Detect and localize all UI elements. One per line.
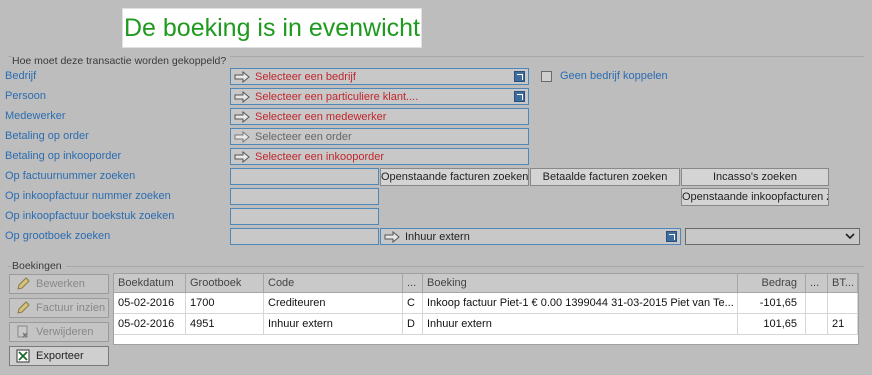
table-row-cell[interactable]: Crediteuren <box>264 293 403 314</box>
purchase-invoice-number-input[interactable] <box>230 188 379 205</box>
table-row-cell[interactable]: 101,65 <box>738 314 806 335</box>
label-person: Persoon <box>5 90 46 102</box>
table-row-cell[interactable] <box>806 293 828 314</box>
table-row-cell[interactable]: Inkoop factuur Piet-1 € 0.00 1399044 31-… <box>423 293 738 314</box>
view-invoice-button-label: Factuur inzien <box>36 302 106 314</box>
delete-button-label: Verwijderen <box>36 326 94 338</box>
table-row-cell[interactable]: C <box>403 293 423 314</box>
no-company-checkbox[interactable] <box>541 71 552 82</box>
person-select[interactable]: Selecteer een particuliere klant.... <box>230 88 529 105</box>
open-popup-icon[interactable] <box>514 71 525 82</box>
ledger-search-input[interactable] <box>230 228 379 245</box>
bookings-section-title: Boekingen <box>12 260 66 272</box>
paid-invoices-search-button[interactable]: Betaalde facturen zoeken <box>530 168 680 186</box>
ledger-select-value: Inhuur extern <box>405 230 470 243</box>
edit-button-label: Bewerken <box>36 278 85 290</box>
arrow-right-icon <box>234 150 250 163</box>
col-header-side[interactable]: ... <box>403 274 423 293</box>
col-header-booking[interactable]: Boeking <box>423 274 738 293</box>
arrow-right-icon <box>234 130 250 143</box>
bookings-section-divider <box>8 266 864 267</box>
link-section-title: Hoe moet deze transactie worden gekoppel… <box>12 55 231 67</box>
company-select[interactable]: Selecteer een bedrijf <box>230 68 529 85</box>
employee-select[interactable]: Selecteer een medewerker <box>230 108 529 125</box>
company-select-value: Selecteer een bedrijf <box>255 70 356 83</box>
export-button[interactable]: Exporteer <box>9 346 109 366</box>
pencil-icon <box>16 277 30 291</box>
delete-icon <box>16 325 30 339</box>
table-row-cell[interactable]: Inhuur extern <box>264 314 403 335</box>
label-payment-purchase-order: Betaling op inkooporder <box>5 150 122 162</box>
purchase-invoice-document-input[interactable] <box>230 208 379 225</box>
view-invoice-button[interactable]: Factuur inzien <box>9 298 109 318</box>
table-row-cell[interactable]: 05-02-2016 <box>114 293 186 314</box>
delete-button[interactable]: Verwijderen <box>9 322 109 342</box>
chevron-down-icon <box>845 231 855 243</box>
col-header-booking-date[interactable]: Boekdatum <box>114 274 186 293</box>
col-header-amount[interactable]: Bedrag <box>738 274 806 293</box>
label-purchase-invoice-number-search: Op inkoopfactuur nummer zoeken <box>5 190 171 202</box>
table-row-cell[interactable]: Inhuur extern <box>423 314 738 335</box>
label-invoice-number-search: Op factuurnummer zoeken <box>5 170 136 182</box>
col-header-vat[interactable]: BT... <box>828 274 858 293</box>
table-row-cell[interactable]: 4951 <box>186 314 264 335</box>
person-select-value: Selecteer een particuliere klant.... <box>255 90 419 103</box>
invoice-number-input[interactable] <box>230 168 379 185</box>
arrow-right-icon <box>234 90 250 103</box>
order-select[interactable]: Selecteer een order <box>230 128 529 145</box>
direct-debits-search-button[interactable]: Incasso's zoeken <box>681 168 829 186</box>
label-ledger-search: Op grootboek zoeken <box>5 230 111 242</box>
table-row-cell[interactable]: -101,65 <box>738 293 806 314</box>
label-purchase-invoice-document-search: Op inkoopfactuur boekstuk zoeken <box>5 210 175 222</box>
open-invoices-search-button[interactable]: Openstaande facturen zoeken <box>380 168 529 186</box>
label-employee: Medewerker <box>5 110 66 122</box>
balance-status-banner: De boeking is in evenwicht <box>122 8 422 48</box>
arrow-right-icon <box>234 110 250 123</box>
export-button-label: Exporteer <box>36 350 84 362</box>
col-header-ledger[interactable]: Grootboek <box>186 274 264 293</box>
ledger-select[interactable]: Inhuur extern <box>380 228 681 245</box>
open-purchase-invoices-search-button[interactable]: Openstaande inkoopfacturen z <box>681 188 829 206</box>
table-row-cell[interactable] <box>828 293 858 314</box>
purchase-order-select-value: Selecteer een inkooporder <box>255 150 385 163</box>
no-company-label: Geen bedrijf koppelen <box>560 70 668 82</box>
table-row-cell[interactable]: 05-02-2016 <box>114 314 186 335</box>
arrow-right-icon <box>234 70 250 83</box>
excel-icon <box>16 349 30 363</box>
label-payment-order: Betaling op order <box>5 130 89 142</box>
table-row-cell[interactable]: 1700 <box>186 293 264 314</box>
col-header-extra[interactable]: ... <box>806 274 828 293</box>
pencil-icon <box>16 301 30 315</box>
arrow-right-icon <box>384 230 400 243</box>
open-popup-icon[interactable] <box>514 91 525 102</box>
bookings-table: Boekdatum Grootboek Code ... Boeking Bed… <box>113 273 859 345</box>
vat-dropdown[interactable] <box>685 228 860 245</box>
col-header-code[interactable]: Code <box>264 274 403 293</box>
table-row-cell[interactable] <box>806 314 828 335</box>
open-popup-icon[interactable] <box>666 231 677 242</box>
employee-select-value: Selecteer een medewerker <box>255 110 387 123</box>
label-company: Bedrijf <box>5 70 37 82</box>
table-row-cell[interactable]: D <box>403 314 423 335</box>
purchase-order-select[interactable]: Selecteer een inkooporder <box>230 148 529 165</box>
order-select-value: Selecteer een order <box>255 130 352 143</box>
edit-button[interactable]: Bewerken <box>9 274 109 294</box>
table-row-cell[interactable]: 21 <box>828 314 858 335</box>
